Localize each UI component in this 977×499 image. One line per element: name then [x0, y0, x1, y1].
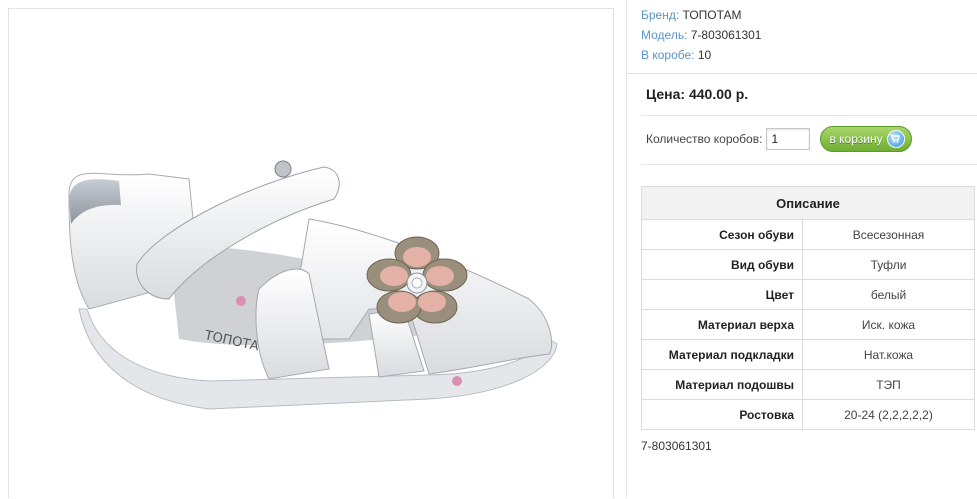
table-row: Цвет белый — [641, 279, 975, 310]
spec-value: Всесезонная — [802, 219, 975, 250]
meta-model-value: 7-803061301 — [690, 28, 762, 42]
add-to-cart-button[interactable]: в корзину — [820, 126, 912, 152]
spec-key: Сезон обуви — [641, 219, 803, 250]
cart-icon — [886, 130, 905, 148]
column-divider — [626, 0, 627, 498]
product-meta: Бренд: ТОПОТАМ Модель: 7-803061301 В кор… — [641, 5, 761, 65]
meta-brand-value: ТОПОТАМ — [682, 8, 742, 22]
table-row: Вид обуви Туфли — [641, 249, 975, 280]
spec-key: Ростовка — [641, 399, 803, 430]
meta-model-label[interactable]: Модель: — [641, 28, 687, 42]
meta-brand-label[interactable]: Бренд: — [641, 8, 679, 22]
meta-box-label[interactable]: В коробе: — [641, 48, 695, 62]
divider — [641, 115, 977, 116]
spec-value: ТЭП — [802, 369, 975, 400]
spec-value: 20-24 (2,2,2,2,2) — [802, 399, 975, 430]
quantity-input[interactable] — [766, 128, 811, 150]
spec-key: Материал верха — [641, 309, 803, 340]
divider — [627, 73, 977, 74]
spec-value: Туфли — [802, 249, 975, 280]
spec-value: Нат.кожа — [802, 339, 975, 370]
table-row: Сезон обуви Всесезонная — [641, 219, 975, 250]
description-title: Описание — [641, 186, 975, 220]
description-table: Описание Сезон обуви Всесезонная Вид обув… — [641, 186, 975, 430]
sandal-photo: ТОПОТАМ — [68, 160, 558, 410]
spec-key: Материал подкладки — [641, 339, 803, 370]
quantity-row: Количество коробов: в корзину — [646, 126, 912, 152]
table-row: Ростовка 20-24 (2,2,2,2,2) — [641, 399, 975, 430]
spec-value: Иск. кожа — [802, 309, 975, 340]
sku-text: 7-803061301 — [641, 439, 712, 453]
table-row: Материал подошвы ТЭП — [641, 369, 975, 400]
meta-box-value: 10 — [697, 48, 712, 62]
meta-box: В коробе: 10 — [641, 45, 761, 65]
add-to-cart-label: в корзину — [829, 132, 883, 146]
meta-brand: Бренд: ТОПОТАМ — [641, 5, 761, 25]
table-row: Материал подкладки Нат.кожа — [641, 339, 975, 370]
meta-model: Модель: 7-803061301 — [641, 25, 761, 45]
product-image[interactable]: ТОПОТАМ — [8, 8, 614, 498]
price: Цена: 440.00 р. — [646, 86, 749, 102]
spec-key: Вид обуви — [641, 249, 803, 280]
quantity-label: Количество коробов: — [646, 132, 763, 146]
spec-value: белый — [802, 279, 975, 310]
spec-key: Цвет — [641, 279, 803, 310]
table-row: Материал верха Иск. кожа — [641, 309, 975, 340]
divider — [641, 164, 977, 165]
spec-key: Материал подошвы — [641, 369, 803, 400]
